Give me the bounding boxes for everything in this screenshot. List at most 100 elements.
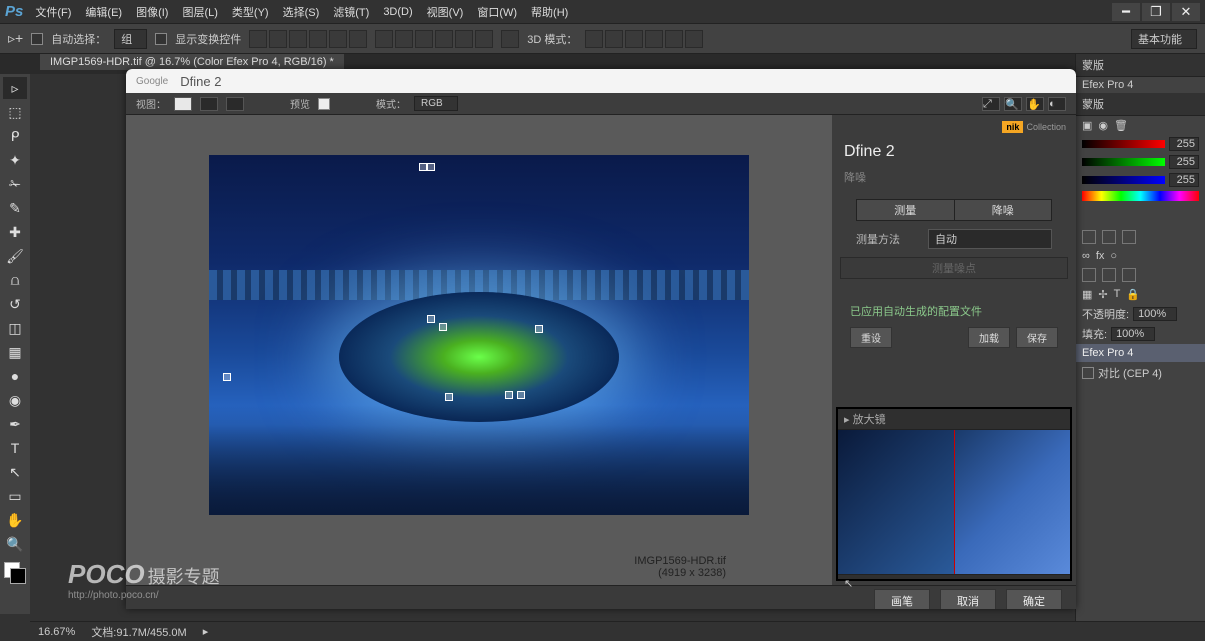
b-value[interactable]: 255 <box>1169 173 1199 187</box>
type-icon[interactable] <box>1102 268 1116 282</box>
dfine-titlebar[interactable]: Google Dfine 2 <box>126 69 1076 93</box>
selection-handle[interactable] <box>439 323 447 331</box>
eyedropper-tool[interactable]: ✎ <box>3 197 27 219</box>
dist-btn[interactable] <box>375 30 393 48</box>
r-slider[interactable] <box>1082 140 1165 148</box>
add-mask-icon[interactable]: ▣ <box>1082 119 1092 132</box>
fill-value[interactable]: 100% <box>1111 327 1155 341</box>
selection-handle[interactable] <box>535 325 543 333</box>
document-tab[interactable]: IMGP1569-HDR.tif @ 16.7% (Color Efex Pro… <box>40 54 344 70</box>
mode-dropdown[interactable]: RGB <box>414 96 458 111</box>
pointer-icon[interactable]: ↖ <box>844 577 853 590</box>
zoom-tool[interactable]: 🔍 <box>3 533 27 555</box>
align-btn[interactable] <box>249 30 267 48</box>
g-value[interactable]: 255 <box>1169 155 1199 169</box>
crop-tool[interactable]: ✁ <box>3 173 27 195</box>
menu-image[interactable]: 图像(I) <box>136 4 168 20</box>
magnifier-before[interactable] <box>838 430 954 574</box>
align-btn[interactable] <box>349 30 367 48</box>
reduce-tab[interactable]: 降噪 <box>955 200 1052 220</box>
reset-button[interactable]: 重设 <box>850 327 892 348</box>
brush-tool[interactable]: 🖌 <box>3 245 27 267</box>
workspace-dropdown[interactable]: 基本功能 <box>1131 29 1197 49</box>
link-icon[interactable]: ∞ <box>1082 250 1090 262</box>
color-swatches[interactable] <box>4 562 26 584</box>
layer-comparison[interactable]: 对比 (CEP 4) <box>1076 362 1205 384</box>
magnifier-after[interactable] <box>954 430 1071 574</box>
lock-pos-icon[interactable]: ✢ <box>1098 288 1107 301</box>
maximize-button[interactable]: ❐ <box>1142 3 1170 21</box>
selection-handle[interactable] <box>419 163 427 171</box>
view-split-button[interactable] <box>200 97 218 111</box>
3d-btn[interactable] <box>685 30 703 48</box>
view-side-button[interactable] <box>226 97 244 111</box>
type-icon[interactable] <box>1082 268 1096 282</box>
g-slider[interactable] <box>1082 158 1165 166</box>
fx-icon[interactable]: fx <box>1096 250 1105 262</box>
bg-button[interactable]: ◐ <box>1048 97 1066 111</box>
r-value[interactable]: 255 <box>1169 137 1199 151</box>
load-button[interactable]: 加载 <box>968 327 1010 348</box>
dist-btn[interactable] <box>435 30 453 48</box>
doc-size[interactable]: 文档:91.7M/455.0M <box>91 624 186 640</box>
dist-btn[interactable] <box>395 30 413 48</box>
blur-tool[interactable]: ● <box>3 365 27 387</box>
lasso-tool[interactable]: ᑭ <box>3 125 27 147</box>
zoom-fit-button[interactable]: ⤢ <box>982 97 1000 111</box>
zoom-level[interactable]: 16.67% <box>38 626 75 638</box>
dist-btn[interactable] <box>475 30 493 48</box>
trash-icon[interactable]: 🗑 <box>1114 119 1128 132</box>
3d-btn[interactable] <box>585 30 603 48</box>
align-btn[interactable] <box>309 30 327 48</box>
selection-handle[interactable] <box>517 391 525 399</box>
preview-image[interactable] <box>209 155 749 515</box>
lock-pixels-icon[interactable]: ▦ <box>1082 288 1092 301</box>
filter-icon[interactable] <box>1102 230 1116 244</box>
lock-all-icon[interactable]: 🔒 <box>1126 288 1140 301</box>
align-btn[interactable] <box>269 30 287 48</box>
align-btn[interactable] <box>289 30 307 48</box>
menu-view[interactable]: 视图(V) <box>427 4 464 20</box>
minimize-button[interactable]: ━ <box>1112 3 1140 21</box>
status-arrow-icon[interactable]: ▸ <box>203 625 209 638</box>
auto-select-dropdown[interactable]: 组 <box>114 29 147 49</box>
b-slider[interactable] <box>1082 176 1165 184</box>
dist-btn[interactable] <box>415 30 433 48</box>
method-select[interactable]: 自动 <box>928 229 1052 249</box>
3d-btn[interactable] <box>645 30 663 48</box>
align-btn[interactable] <box>329 30 347 48</box>
marquee-tool[interactable]: ⬚ <box>3 101 27 123</box>
menu-edit[interactable]: 编辑(E) <box>85 4 122 20</box>
measure-noise-button[interactable]: 测量噪点 <box>840 257 1068 279</box>
type-tool[interactable]: T <box>3 437 27 459</box>
3d-btn[interactable] <box>605 30 623 48</box>
preview-checkbox[interactable] <box>318 98 330 110</box>
gradient-tool[interactable]: ▦ <box>3 341 27 363</box>
circle-icon[interactable]: ○ <box>1110 250 1117 262</box>
path-tool[interactable]: ↖ <box>3 461 27 483</box>
camera-icon[interactable]: ◉ <box>1098 119 1108 132</box>
hand-tool[interactable]: ✋ <box>3 509 27 531</box>
layer-efex[interactable]: Efex Pro 4 <box>1076 344 1205 362</box>
selection-handle[interactable] <box>505 391 513 399</box>
menu-filter[interactable]: 滤镜(T) <box>333 4 369 20</box>
show-transform-checkbox[interactable] <box>155 33 167 45</box>
menu-select[interactable]: 选择(S) <box>283 4 320 20</box>
menu-window[interactable]: 窗口(W) <box>477 4 517 20</box>
selection-handle[interactable] <box>445 393 453 401</box>
measure-tab[interactable]: 测量 <box>857 200 955 220</box>
type-icon[interactable]: T <box>1114 288 1121 301</box>
selection-handle[interactable] <box>427 315 435 323</box>
type-icon[interactable] <box>1122 268 1136 282</box>
dodge-tool[interactable]: ◉ <box>3 389 27 411</box>
close-button[interactable]: ✕ <box>1172 3 1200 21</box>
opacity-value[interactable]: 100% <box>1133 307 1177 321</box>
menu-file[interactable]: 文件(F) <box>35 4 71 20</box>
heal-tool[interactable]: ✚ <box>3 221 27 243</box>
save-button[interactable]: 保存 <box>1016 327 1058 348</box>
dist-btn[interactable] <box>455 30 473 48</box>
pen-tool[interactable]: ✒ <box>3 413 27 435</box>
view-single-button[interactable] <box>174 97 192 111</box>
auto-select-checkbox[interactable] <box>31 33 43 45</box>
filter-icon[interactable] <box>1122 230 1136 244</box>
